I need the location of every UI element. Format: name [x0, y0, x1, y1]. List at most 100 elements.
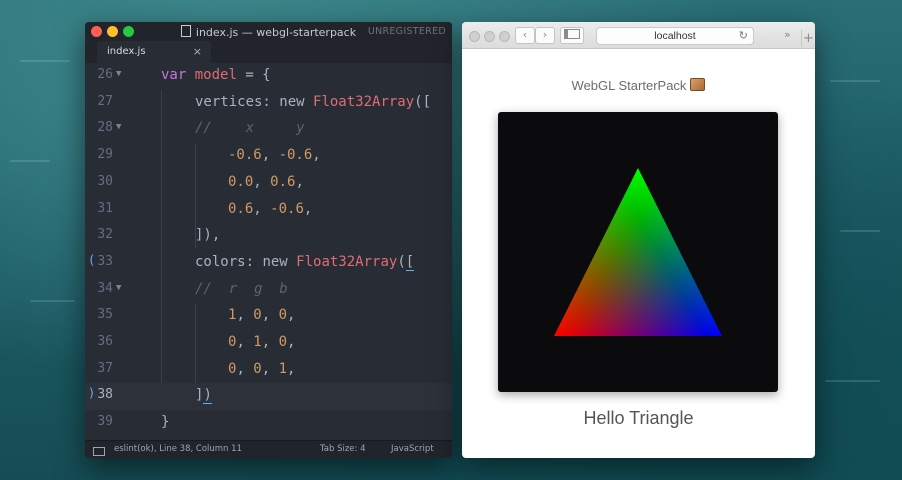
- code-comment: // r g b: [195, 280, 288, 297]
- code-line: 26 ▼ var model = {: [85, 63, 452, 90]
- editor-titlebar: index.js — webgl-starterpack UNREGISTERE…: [85, 22, 452, 41]
- code-line: 32 ]),: [85, 223, 452, 250]
- code-line: 35 1, 0, 0,: [85, 303, 452, 330]
- fold-arrow-icon[interactable]: ▼: [116, 122, 121, 132]
- page-title-text: WebGL StarterPack: [571, 78, 687, 93]
- fold-arrow-icon[interactable]: ▼: [116, 283, 121, 293]
- code-token: ,: [303, 200, 313, 217]
- code-line: (33 colors: new Float32Array([: [85, 250, 452, 277]
- code-token: ,: [236, 334, 254, 350]
- code-token: ,: [236, 307, 254, 324]
- tab-index-js[interactable]: index.js ×: [97, 41, 211, 63]
- address-bar[interactable]: localhost ↻: [596, 27, 754, 45]
- line-number: 35: [97, 307, 113, 323]
- tab-size-selector[interactable]: Tab Size: 4: [320, 444, 366, 454]
- code-token: vertices:: [195, 93, 280, 110]
- line-number: 31: [97, 200, 113, 216]
- minimize-window-button[interactable]: [484, 31, 495, 42]
- sidebar-button[interactable]: [560, 27, 584, 44]
- sidebar-icon: [564, 29, 580, 39]
- code-token: var: [161, 67, 187, 83]
- code-line: 39 }: [85, 410, 452, 437]
- code-token: ,: [312, 147, 321, 164]
- code-token: ,: [287, 307, 296, 324]
- triangle-render: [554, 168, 722, 336]
- close-window-button[interactable]: [469, 31, 480, 42]
- code-editor-window: index.js — webgl-starterpack UNREGISTERE…: [85, 22, 452, 458]
- address-text: localhost: [654, 30, 696, 42]
- code-line: 36 0, 1, 0,: [85, 330, 452, 357]
- code-token: 0: [278, 307, 288, 324]
- status-bar: eslint(ok), Line 38, Column 11 Tab Size:…: [85, 440, 452, 458]
- code-token: 0.6: [228, 200, 254, 217]
- matched-bracket: ): [203, 387, 212, 405]
- code-area[interactable]: 26 ▼ var model = { 27 vertices: new Float…: [85, 63, 452, 443]
- code-token: new: [279, 93, 314, 110]
- code-token: 0: [253, 307, 262, 324]
- zoom-window-button[interactable]: [499, 31, 510, 42]
- code-token: ]),: [195, 227, 221, 244]
- new-tab-button[interactable]: +: [801, 30, 815, 47]
- code-token: ([: [414, 93, 432, 110]
- code-token: 1: [278, 360, 288, 377]
- code-token: ,: [261, 307, 279, 324]
- lint-status[interactable]: eslint(ok), Line 38, Column 11: [114, 444, 242, 454]
- package-icon: [690, 78, 706, 91]
- code-line: 28 ▼ // x y: [85, 116, 452, 143]
- browser-window: ‹ › localhost ↻ » + WebGL StarterPack He…: [462, 22, 815, 458]
- code-token: 0.6: [270, 173, 296, 190]
- line-number: 27: [97, 93, 113, 109]
- code-token: ,: [261, 147, 279, 164]
- line-number: 34: [97, 280, 113, 296]
- code-token: ,: [253, 200, 271, 217]
- code-line: 31 0.6, -0.6,: [85, 197, 452, 224]
- code-token: Float32Array: [313, 93, 415, 110]
- fold-arrow-icon[interactable]: ▼: [116, 69, 121, 79]
- close-tab-icon[interactable]: ×: [193, 45, 202, 58]
- code-token: -0.6: [228, 147, 262, 164]
- code-token: 0: [253, 360, 262, 377]
- code-token: }: [161, 414, 170, 431]
- line-number: 33: [97, 253, 113, 269]
- code-token: (: [397, 253, 406, 270]
- code-token: Float32Array: [296, 253, 398, 270]
- unregistered-label: UNREGISTERED: [367, 26, 446, 37]
- forward-button[interactable]: ›: [535, 27, 555, 44]
- code-token: ,: [287, 360, 296, 377]
- code-token: 0: [278, 334, 288, 350]
- more-chevron-icon[interactable]: »: [784, 28, 791, 41]
- editor-title-text: index.js — webgl-starterpack: [195, 26, 357, 39]
- reload-icon[interactable]: ↻: [739, 29, 748, 42]
- wave: [830, 80, 880, 82]
- code-line: 27 vertices: new Float32Array([: [85, 90, 452, 117]
- syntax-selector[interactable]: JavaScript: [391, 444, 434, 454]
- wave: [840, 230, 880, 232]
- code-line: 30 0.0, 0.6,: [85, 170, 452, 197]
- back-button[interactable]: ‹: [515, 27, 535, 44]
- code-token: -0.6: [270, 200, 304, 217]
- code-token: ,: [261, 334, 279, 350]
- triangle-color-layer-2: [554, 168, 722, 336]
- line-number: 28: [97, 120, 113, 136]
- line-number: 29: [97, 147, 113, 163]
- code-comment: // x y: [195, 120, 305, 137]
- code-token: ,: [253, 173, 271, 190]
- line-number: 26: [97, 67, 113, 82]
- code-token: model: [194, 67, 237, 83]
- code-token: ,: [261, 360, 279, 377]
- code-token: ,: [236, 360, 254, 377]
- document-icon: [180, 25, 191, 37]
- code-line: 37 0, 0, 1,: [85, 357, 452, 384]
- wave: [10, 160, 50, 162]
- wave: [20, 60, 70, 62]
- wave: [30, 300, 75, 302]
- code-token: = {: [236, 67, 271, 83]
- line-number: 39: [97, 414, 113, 430]
- browser-toolbar: ‹ › localhost ↻ » +: [462, 22, 815, 49]
- line-number: 32: [97, 227, 113, 243]
- code-token: colors:: [195, 253, 263, 270]
- webgl-canvas: [498, 112, 778, 392]
- page-title: WebGL StarterPack: [462, 78, 815, 93]
- line-number: 30: [97, 173, 113, 189]
- line-number: 36: [97, 334, 113, 349]
